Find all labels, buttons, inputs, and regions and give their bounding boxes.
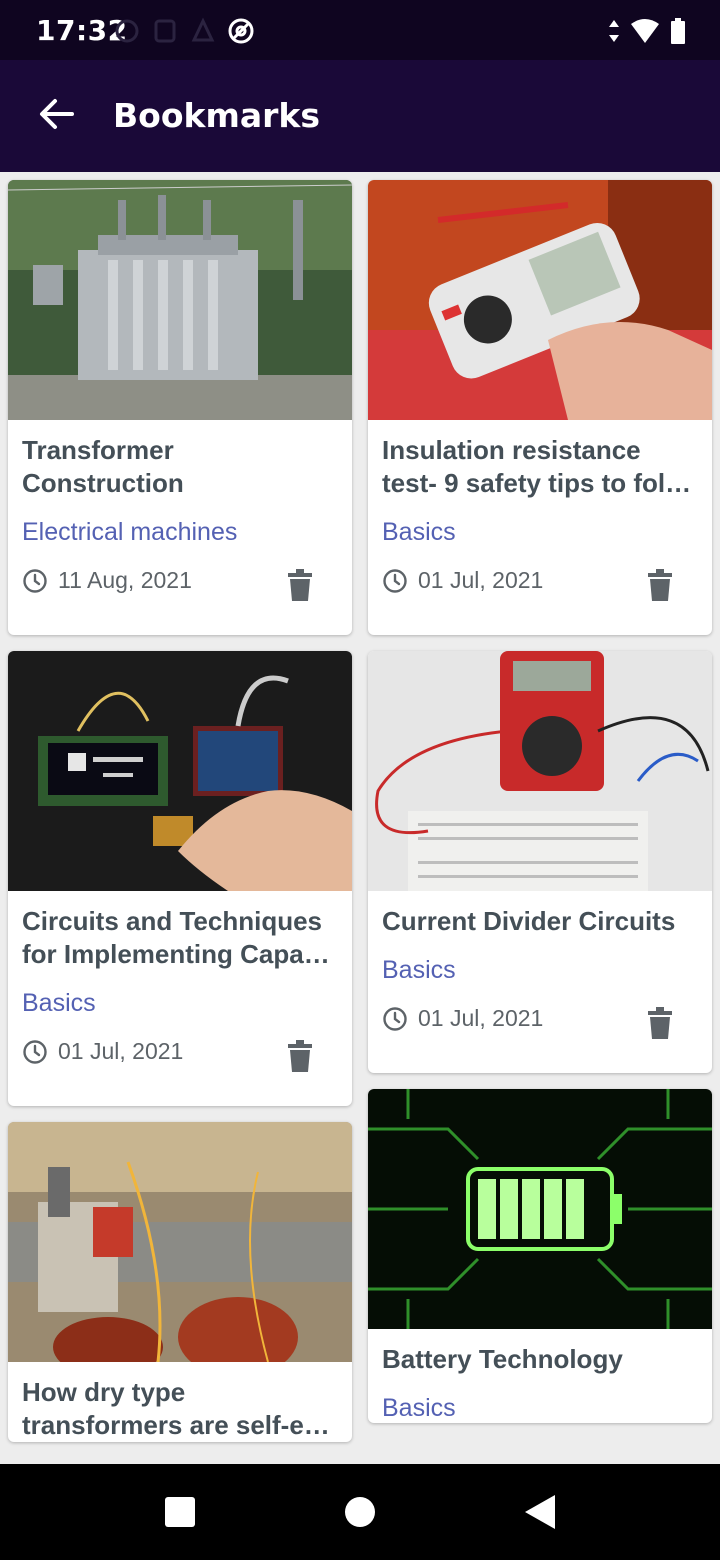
bookmark-grid: Transformer Construction Electrical mach…	[0, 172, 720, 1464]
clock-icon	[23, 568, 47, 593]
card-footer: 01 Jul, 2021	[22, 1018, 338, 1106]
bookmark-card[interactable]: Battery Technology Basics	[368, 1089, 712, 1423]
bookmark-card[interactable]: Insulation resistance test- 9 safety tip…	[368, 180, 712, 635]
card-body: Current Divider Circuits Basics 01 Jul, …	[368, 891, 712, 1073]
delete-button[interactable]	[282, 1036, 318, 1076]
article-image	[368, 651, 712, 891]
notification-icon	[115, 19, 139, 43]
page-title: Bookmarks	[113, 96, 320, 135]
card-title: Circuits and Techniques for Implementing…	[22, 906, 330, 969]
card-body: How dry type transformers are self-e…	[8, 1362, 352, 1442]
back-nav-button[interactable]	[516, 1488, 564, 1536]
card-footer: 01 Jul, 2021	[382, 985, 698, 1073]
card-category[interactable]: Basics	[382, 955, 698, 985]
card-category[interactable]: Electrical machines	[22, 517, 338, 547]
trash-icon	[288, 569, 312, 601]
card-title: How dry type transformers are self-e…	[22, 1377, 330, 1440]
notification-icon	[154, 19, 176, 43]
circle-icon	[345, 1497, 375, 1527]
recents-button[interactable]	[156, 1488, 204, 1536]
card-title: Current Divider Circuits	[382, 906, 676, 936]
card-category[interactable]: Basics	[382, 517, 698, 547]
square-icon	[165, 1497, 195, 1527]
card-footer: 11 Aug, 2021	[22, 547, 338, 635]
card-date: 01 Jul, 2021	[418, 567, 544, 593]
card-category[interactable]: Basics	[22, 988, 338, 1018]
date-wrap: 11 Aug, 2021	[22, 567, 192, 594]
clock-icon	[383, 1006, 407, 1031]
bookmark-card[interactable]: Transformer Construction Electrical mach…	[8, 180, 352, 635]
card-body: Transformer Construction Electrical mach…	[8, 420, 352, 635]
wifi-icon	[631, 19, 659, 43]
bookmark-card[interactable]: How dry type transformers are self-e…	[8, 1122, 352, 1442]
date-wrap: 01 Jul, 2021	[382, 567, 543, 594]
article-image	[8, 651, 352, 891]
trash-icon	[648, 1007, 672, 1039]
card-date: 01 Jul, 2021	[58, 1038, 184, 1064]
clock-icon	[383, 568, 407, 593]
trash-icon	[648, 569, 672, 601]
clock-icon	[23, 1039, 47, 1064]
card-body: Battery Technology Basics	[368, 1329, 712, 1423]
card-title: Battery Technology	[382, 1344, 623, 1374]
article-image	[368, 1089, 712, 1329]
notification-icons	[112, 15, 256, 47]
delete-button[interactable]	[642, 565, 678, 605]
card-date: 11 Aug, 2021	[58, 567, 192, 593]
arrow-back-icon	[40, 99, 74, 129]
bookmark-card[interactable]: Current Divider Circuits Basics 01 Jul, …	[368, 651, 712, 1073]
card-title: Insulation resistance test- 9 safety tip…	[382, 435, 692, 498]
app-bar: Bookmarks	[0, 60, 720, 172]
grid-column-left: Transformer Construction Electrical mach…	[8, 180, 352, 1458]
article-image	[8, 180, 352, 420]
trash-icon	[288, 1040, 312, 1072]
card-body: Circuits and Techniques for Implementing…	[8, 891, 352, 1106]
home-button[interactable]	[336, 1488, 384, 1536]
back-button[interactable]	[24, 82, 88, 146]
date-wrap: 01 Jul, 2021	[382, 1005, 543, 1032]
card-title: Transformer Construction	[22, 435, 184, 498]
delete-button[interactable]	[642, 1003, 678, 1043]
article-image	[368, 180, 712, 420]
at-sign-icon	[228, 18, 254, 44]
notification-icon	[191, 17, 215, 42]
card-category[interactable]: Basics	[382, 1393, 698, 1423]
card-date: 01 Jul, 2021	[418, 1005, 544, 1031]
triangle-back-icon	[525, 1495, 555, 1529]
article-image	[8, 1122, 352, 1362]
battery-icon	[671, 18, 685, 44]
bookmark-card[interactable]: Circuits and Techniques for Implementing…	[8, 651, 352, 1106]
grid-column-right: Insulation resistance test- 9 safety tip…	[368, 180, 712, 1439]
data-arrows-icon	[609, 20, 619, 42]
card-body: Insulation resistance test- 9 safety tip…	[368, 420, 712, 635]
status-icons	[608, 15, 686, 47]
card-footer: 01 Jul, 2021	[382, 547, 698, 635]
system-nav-bar	[0, 1464, 720, 1560]
date-wrap: 01 Jul, 2021	[22, 1038, 183, 1065]
delete-button[interactable]	[282, 565, 318, 605]
status-bar: 17:32	[0, 0, 720, 60]
